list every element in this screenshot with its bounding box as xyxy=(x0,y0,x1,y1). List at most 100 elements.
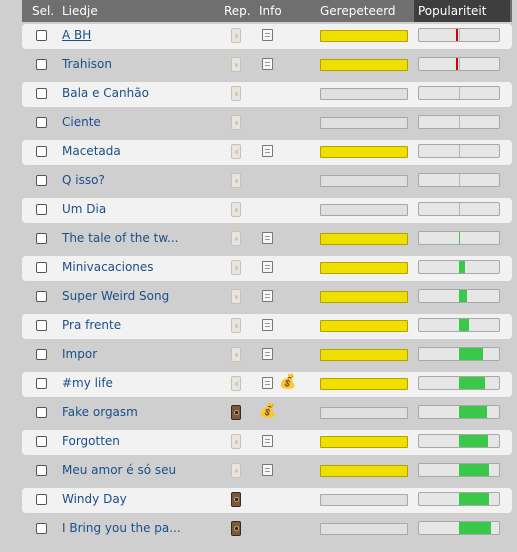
song-title-link[interactable]: Trahison xyxy=(62,57,112,71)
select-checkbox[interactable] xyxy=(36,30,47,41)
song-title-link[interactable]: A BH xyxy=(62,28,91,42)
table-row[interactable]: Forgotten xyxy=(22,428,512,457)
select-checkbox[interactable] xyxy=(36,494,47,505)
speaker-icon[interactable] xyxy=(231,376,241,391)
select-checkbox[interactable] xyxy=(36,88,47,99)
info-document-icon[interactable] xyxy=(262,232,273,244)
speaker-icon[interactable] xyxy=(231,260,241,275)
rehearsed-bar xyxy=(320,494,408,506)
song-title-link[interactable]: Windy Day xyxy=(62,492,127,506)
song-title-link[interactable]: Fake orgasm xyxy=(62,405,138,419)
song-title-link[interactable]: Pra frente xyxy=(62,318,121,332)
rehearsed-bar xyxy=(320,378,408,390)
money-bag-icon[interactable]: 💰 xyxy=(279,373,296,391)
select-checkbox[interactable] xyxy=(36,175,47,186)
info-document-icon[interactable] xyxy=(262,145,273,157)
select-checkbox[interactable] xyxy=(36,291,47,302)
speaker-icon[interactable] xyxy=(231,202,241,217)
select-checkbox[interactable] xyxy=(36,59,47,70)
song-title-link[interactable]: Q isso? xyxy=(62,173,105,187)
info-document-icon[interactable] xyxy=(262,377,273,389)
speaker-icon[interactable] xyxy=(231,57,241,72)
song-title-link[interactable]: Ciente xyxy=(62,115,101,129)
money-bag-icon[interactable]: 💰 xyxy=(259,402,276,420)
table-row[interactable]: Trahison xyxy=(22,51,512,80)
col-header-gerepeteerd[interactable]: Gerepeteerd xyxy=(320,4,396,18)
col-header-liedje[interactable]: Liedje xyxy=(62,4,98,18)
select-checkbox[interactable] xyxy=(36,233,47,244)
table-row[interactable]: Fake orgasm 💰 xyxy=(22,399,512,428)
info-document-icon[interactable] xyxy=(262,464,273,476)
speaker-icon[interactable] xyxy=(231,231,241,246)
song-title-link[interactable]: Macetada xyxy=(62,144,121,158)
popularity-midline xyxy=(459,116,460,128)
table-row[interactable]: Um Dia xyxy=(22,196,512,225)
select-checkbox[interactable] xyxy=(36,436,47,447)
song-title-link[interactable]: Meu amor é só seu xyxy=(62,463,176,477)
table-row[interactable]: Minivacaciones xyxy=(22,254,512,283)
select-checkbox[interactable] xyxy=(36,378,47,389)
table-row[interactable]: A BH xyxy=(22,22,512,51)
table-row[interactable]: Meu amor é só seu xyxy=(22,457,512,486)
table-row[interactable]: Pra frente xyxy=(22,312,512,341)
speaker-icon[interactable] xyxy=(231,463,241,478)
popularity-fill xyxy=(459,464,489,476)
table-row[interactable]: The tale of the tw... xyxy=(22,225,512,254)
speaker-icon[interactable] xyxy=(231,318,241,333)
table-row[interactable]: I Bring you the pa... xyxy=(22,515,512,544)
table-row[interactable]: Impor xyxy=(22,341,512,370)
speaker-icon[interactable] xyxy=(231,347,241,362)
song-title-link[interactable]: Minivacaciones xyxy=(62,260,154,274)
speaker-icon[interactable] xyxy=(231,492,241,507)
info-document-icon[interactable] xyxy=(262,29,273,41)
speaker-icon[interactable] xyxy=(231,115,241,130)
col-header-sel[interactable]: Sel. xyxy=(32,4,54,18)
select-checkbox[interactable] xyxy=(36,117,47,128)
song-title-link[interactable]: I Bring you the pa... xyxy=(62,521,181,535)
rehearsed-bar xyxy=(320,436,408,448)
song-title-link[interactable]: #my life xyxy=(62,376,113,390)
select-checkbox[interactable] xyxy=(36,349,47,360)
song-title-link[interactable]: Forgotten xyxy=(62,434,120,448)
speaker-icon[interactable] xyxy=(231,521,241,536)
select-checkbox[interactable] xyxy=(36,407,47,418)
table-row[interactable]: Ciente xyxy=(22,109,512,138)
table-row[interactable]: Windy Day xyxy=(22,486,512,515)
select-checkbox[interactable] xyxy=(36,523,47,534)
song-title-link[interactable]: The tale of the tw... xyxy=(62,231,178,245)
table-row[interactable]: #my life 💰 xyxy=(22,370,512,399)
table-row[interactable]: Super Weird Song xyxy=(22,283,512,312)
speaker-icon[interactable] xyxy=(231,289,241,304)
col-header-populariteit-cell[interactable]: Populariteit xyxy=(414,0,510,22)
table-row[interactable]: Q isso? xyxy=(22,167,512,196)
speaker-icon[interactable] xyxy=(231,144,241,159)
song-title-link[interactable]: Impor xyxy=(62,347,97,361)
speaker-icon[interactable] xyxy=(231,434,241,449)
select-checkbox[interactable] xyxy=(36,204,47,215)
speaker-icon[interactable] xyxy=(231,86,241,101)
info-document-icon[interactable] xyxy=(262,261,273,273)
popularity-fill xyxy=(459,261,465,273)
rehearsed-bar xyxy=(320,523,408,535)
info-document-icon[interactable] xyxy=(262,319,273,331)
select-checkbox[interactable] xyxy=(36,465,47,476)
info-document-icon[interactable] xyxy=(262,348,273,360)
table-row[interactable]: Macetada xyxy=(22,138,512,167)
info-document-icon[interactable] xyxy=(262,290,273,302)
rehearsed-bar xyxy=(320,117,408,129)
song-title-link[interactable]: Super Weird Song xyxy=(62,289,169,303)
col-header-info[interactable]: Info xyxy=(259,4,282,18)
info-document-icon[interactable] xyxy=(262,58,273,70)
select-checkbox[interactable] xyxy=(36,262,47,273)
info-document-icon[interactable] xyxy=(262,435,273,447)
col-header-rep[interactable]: Rep. xyxy=(224,4,251,18)
select-checkbox[interactable] xyxy=(36,146,47,157)
select-checkbox[interactable] xyxy=(36,320,47,331)
speaker-icon[interactable] xyxy=(231,28,241,43)
rehearsed-bar xyxy=(320,88,408,100)
speaker-icon[interactable] xyxy=(231,405,241,420)
speaker-icon[interactable] xyxy=(231,173,241,188)
song-title-link[interactable]: Um Dia xyxy=(62,202,106,216)
song-title-link[interactable]: Bala e Canhão xyxy=(62,86,149,100)
table-row[interactable]: Bala e Canhão xyxy=(22,80,512,109)
